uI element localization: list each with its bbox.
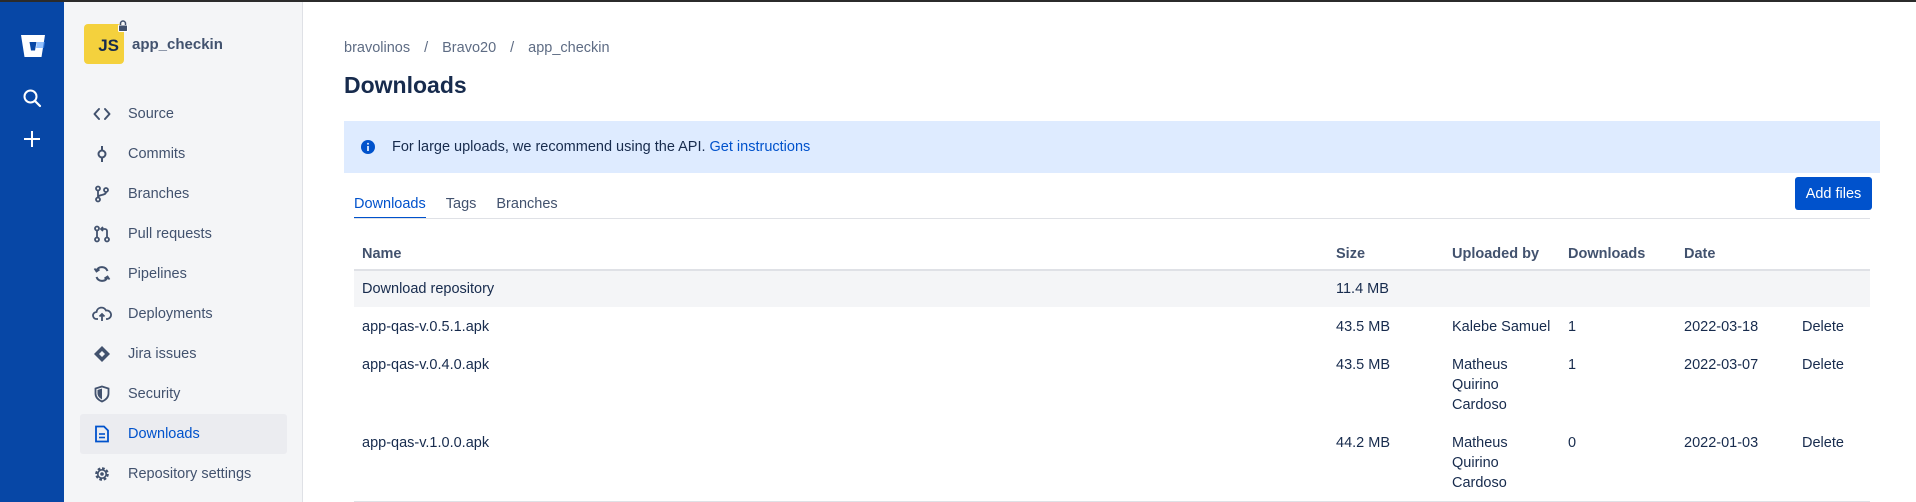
branch-icon: [92, 184, 112, 204]
file-size: 44.2 MB: [1328, 423, 1444, 502]
column-header-date[interactable]: Date: [1676, 238, 1794, 271]
delete-button[interactable]: Delete: [1794, 345, 1870, 423]
breadcrumb-project[interactable]: Bravo20: [442, 40, 496, 56]
uploaded-by: Matheus Quirino Cardoso: [1444, 423, 1560, 502]
uploaded-by: Kalebe Samuel: [1444, 307, 1560, 345]
download-repository-row[interactable]: Download repository 11.4 MB: [354, 270, 1870, 307]
sidebar-item-pipelines[interactable]: Pipelines: [80, 254, 287, 294]
breadcrumb-repository[interactable]: app_checkin: [528, 40, 609, 56]
uploaded-by: Matheus Quirino Cardoso: [1444, 345, 1560, 423]
sidebar-item-label: Commits: [128, 146, 186, 162]
sidebar-item-deployments[interactable]: Deployments: [80, 294, 287, 334]
info-banner: For large uploads, we recommend using th…: [344, 121, 1880, 173]
sidebar-item-commits[interactable]: Commits: [80, 134, 287, 174]
downloads-tabs: Downloads Tags Branches: [354, 196, 578, 219]
file-size: 11.4 MB: [1328, 270, 1444, 307]
main-content: bravolinos / Bravo20 / app_checkin Downl…: [344, 2, 1884, 502]
sidebar-item-label: Pull requests: [128, 226, 212, 242]
file-size: 43.5 MB: [1336, 357, 1390, 373]
table-row: app-qas-v.1.0.0.apk 44.2 MB Matheus Quir…: [354, 423, 1870, 502]
file-name-link[interactable]: app-qas-v.0.5.1.apk: [354, 307, 1328, 345]
breadcrumb-separator: /: [424, 40, 429, 56]
info-icon: [361, 140, 375, 154]
repository-name: app_checkin: [132, 35, 223, 53]
download-count: 0: [1560, 423, 1676, 502]
file-name-link[interactable]: app-qas-v.0.4.0.apk: [354, 345, 1328, 423]
table-header-row: Name Size Uploaded by Downloads Date: [354, 238, 1870, 271]
sidebar-item-label: Branches: [128, 186, 190, 202]
tabs-divider: [354, 218, 1870, 219]
download-count: 1: [1568, 357, 1577, 373]
sidebar-item-security[interactable]: Security: [80, 374, 287, 414]
global-nav: [0, 2, 64, 502]
file-size: 43.5 MB: [1336, 319, 1390, 335]
bitbucket-logo-icon[interactable]: [19, 32, 47, 60]
info-banner-text: For large uploads, we recommend using th…: [392, 139, 706, 155]
sidebar-item-label: Security: [128, 386, 181, 402]
repository-avatar-initials: JS: [98, 36, 119, 55]
shield-icon: [92, 384, 112, 404]
column-header-name[interactable]: Name: [354, 238, 1328, 271]
document-icon: [92, 424, 112, 444]
page-title: Downloads: [344, 72, 467, 98]
tab-tags[interactable]: Tags: [446, 196, 477, 219]
upload-date: 2022-03-07: [1684, 357, 1759, 373]
uploader-name-line: Quirino: [1452, 455, 1499, 471]
table-row: app-qas-v.0.4.0.apk 43.5 MB Matheus Quir…: [354, 345, 1870, 423]
sidebar-item-source[interactable]: Source: [80, 94, 287, 134]
breadcrumb-workspace[interactable]: bravolinos: [344, 40, 410, 56]
upload-date: 2022-01-03: [1676, 423, 1794, 502]
sidebar-item-jira-issues[interactable]: Jira issues: [80, 334, 287, 374]
get-instructions-link[interactable]: Get instructions: [710, 139, 811, 155]
download-count: 1: [1568, 319, 1577, 335]
lock-icon: [118, 20, 128, 32]
delete-button[interactable]: Delete: [1794, 307, 1870, 345]
uploader-name-line: Matheus: [1452, 357, 1508, 373]
table-row: app-qas-v.0.5.1.apk 43.5 MB Kalebe Samue…: [354, 307, 1870, 345]
uploader-name-line: Cardoso: [1452, 397, 1507, 413]
breadcrumb: bravolinos / Bravo20 / app_checkin: [344, 40, 610, 56]
uploader-name-line: Kalebe Samuel: [1452, 319, 1551, 335]
pipelines-icon: [92, 264, 112, 284]
download-repository-link[interactable]: Download repository: [354, 270, 1328, 307]
gear-icon: [92, 464, 112, 484]
search-icon[interactable]: [16, 82, 48, 114]
file-name-link[interactable]: app-qas-v.1.0.0.apk: [354, 423, 1328, 502]
repository-sidebar: JS app_checkin Source Commits Branches P…: [64, 2, 303, 502]
add-files-button[interactable]: Add files: [1795, 177, 1872, 210]
sidebar-item-repository-settings[interactable]: Repository settings: [80, 454, 287, 494]
column-header-size[interactable]: Size: [1328, 238, 1444, 271]
tab-downloads[interactable]: Downloads: [354, 196, 426, 219]
repository-avatar: JS: [84, 20, 128, 64]
jira-icon: [92, 344, 112, 364]
delete-button[interactable]: Delete: [1794, 423, 1870, 502]
create-plus-icon[interactable]: [16, 123, 48, 155]
source-icon: [92, 104, 112, 124]
column-header-downloads[interactable]: Downloads: [1560, 238, 1676, 271]
tab-branches[interactable]: Branches: [496, 196, 557, 219]
uploader-name-line: Matheus: [1452, 435, 1508, 451]
breadcrumb-separator: /: [510, 40, 515, 56]
sidebar-item-label: Jira issues: [128, 346, 197, 362]
upload-date: 2022-03-18: [1684, 319, 1759, 335]
sidebar-item-label: Pipelines: [128, 266, 187, 282]
sidebar-item-label: Source: [128, 106, 174, 122]
commit-icon: [92, 144, 112, 164]
downloads-table: Name Size Uploaded by Downloads Date Dow…: [354, 238, 1870, 502]
column-header-actions: [1794, 238, 1870, 271]
sidebar-item-downloads[interactable]: Downloads: [80, 414, 287, 454]
sidebar-nav: Source Commits Branches Pull requests Pi…: [80, 94, 287, 494]
sidebar-item-label: Downloads: [128, 426, 200, 442]
repository-header[interactable]: JS app_checkin: [84, 20, 223, 64]
sidebar-item-branches[interactable]: Branches: [80, 174, 287, 214]
uploader-name-line: Cardoso: [1452, 475, 1507, 491]
uploader-name-line: Quirino: [1452, 377, 1499, 393]
sidebar-item-label: Repository settings: [128, 466, 252, 482]
pull-request-icon: [92, 224, 112, 244]
sidebar-item-pull-requests[interactable]: Pull requests: [80, 214, 287, 254]
cloud-upload-icon: [92, 304, 112, 324]
sidebar-item-label: Deployments: [128, 306, 213, 322]
column-header-uploaded-by[interactable]: Uploaded by: [1444, 238, 1560, 271]
